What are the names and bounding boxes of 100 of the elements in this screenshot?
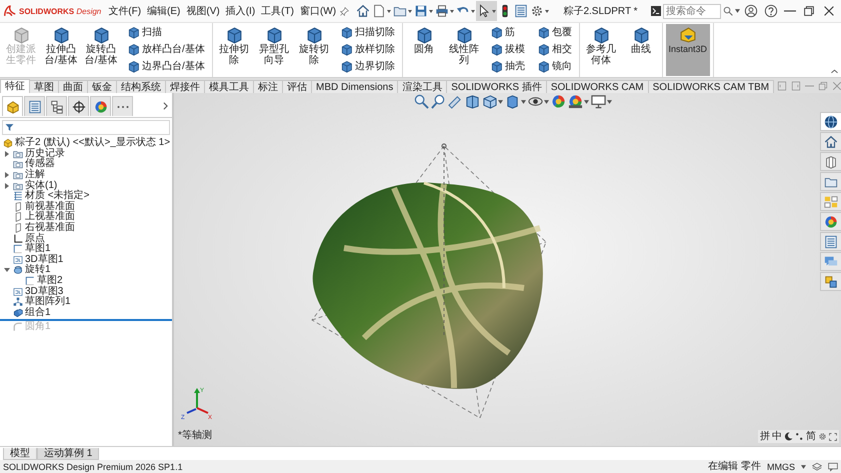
tree-item[interactable]: 右视基准面 xyxy=(25,223,75,234)
command-tab[interactable]: 焊接件 xyxy=(165,80,205,93)
collapse-arrow-icon[interactable] xyxy=(4,268,10,272)
command-tab[interactable]: 曲面 xyxy=(58,80,88,93)
pin-icon[interactable] xyxy=(340,6,350,16)
task-pane-tab[interactable] xyxy=(820,232,841,251)
filter-field[interactable] xyxy=(2,120,170,135)
command-button[interactable]: 异型孔向导 xyxy=(256,24,292,76)
command-button[interactable]: 拉伸切除 xyxy=(216,24,252,76)
search-icon[interactable] xyxy=(723,6,733,16)
command-tab[interactable]: MBD Dimensions xyxy=(311,80,398,93)
command-button[interactable]: 边界切除 xyxy=(338,58,397,74)
tree-item[interactable]: 实体(1) xyxy=(25,180,58,191)
bottom-tab[interactable]: 模型 xyxy=(3,448,37,460)
command-button[interactable]: 包覆 xyxy=(534,24,574,40)
tree-item[interactable]: 材质 <未指定> xyxy=(25,191,90,202)
command-button[interactable]: 旋转切除 xyxy=(296,24,332,76)
language-label[interactable]: 中 xyxy=(772,431,782,442)
menu-item[interactable]: 文件(F) xyxy=(106,4,144,18)
command-tab[interactable]: 草图 xyxy=(29,80,59,93)
input-mode-label[interactable]: 拼 xyxy=(760,431,770,442)
edit-appearance-button[interactable] xyxy=(551,94,566,109)
command-button[interactable]: 拉伸凸台/基体 xyxy=(43,24,79,76)
units-selector[interactable]: MMGS xyxy=(767,460,795,472)
tree-item[interactable]: 旋转1 xyxy=(25,265,51,276)
command-tab[interactable]: SOLIDWORKS CAM TBM xyxy=(648,80,774,93)
menu-item[interactable]: 工具(T) xyxy=(259,4,296,18)
expand-arrow-icon[interactable] xyxy=(5,182,9,189)
command-button[interactable]: 线性阵列 xyxy=(446,24,482,76)
command-button[interactable]: 参考几何体 xyxy=(582,24,619,76)
section-view-button[interactable] xyxy=(465,94,480,109)
command-tab[interactable]: 模具工具 xyxy=(204,80,254,93)
expand-arrow-icon[interactable] xyxy=(5,172,9,178)
command-tab[interactable]: 标注 xyxy=(253,80,283,93)
panel-left-icon[interactable] xyxy=(777,80,788,90)
command-tab[interactable]: 钣金 xyxy=(87,80,117,93)
chat-icon[interactable] xyxy=(828,462,838,472)
task-pane-tab[interactable] xyxy=(820,132,841,151)
command-button[interactable]: 圆角 xyxy=(406,24,442,76)
task-pane-tab[interactable] xyxy=(820,152,841,171)
command-button[interactable]: 筋 xyxy=(488,24,527,40)
help-button[interactable] xyxy=(762,4,780,18)
tree-item[interactable]: 上视基准面 xyxy=(25,212,75,222)
command-button[interactable]: 扫描 xyxy=(125,24,207,40)
tree-item[interactable]: 历史记录 xyxy=(25,148,65,159)
command-button[interactable]: 相交 xyxy=(534,41,574,57)
previous-view-button[interactable] xyxy=(448,94,463,109)
tree-item[interactable]: 注解 xyxy=(25,170,45,180)
tree-item[interactable]: 传感器 xyxy=(25,159,55,170)
command-button[interactable]: 抽壳 xyxy=(488,58,527,74)
command-button[interactable]: 旋转凸台/基体 xyxy=(83,24,119,76)
select-button[interactable] xyxy=(476,1,498,21)
tree-item[interactable]: 草图阵列1 xyxy=(25,297,71,308)
display-style-button[interactable] xyxy=(505,94,526,109)
command-button[interactable]: 放样切除 xyxy=(338,41,397,57)
zoom-to-fit-button[interactable] xyxy=(414,94,429,109)
expand-arrow-icon[interactable] xyxy=(5,150,9,157)
apply-scene-button[interactable] xyxy=(568,94,589,109)
close-icon[interactable] xyxy=(832,80,841,90)
panel-tab[interactable] xyxy=(46,96,67,116)
punctuation-icon[interactable] xyxy=(795,432,804,441)
tree-item[interactable]: 组合1 xyxy=(25,308,51,318)
bottom-tab[interactable]: 运动算例 1 xyxy=(37,448,100,460)
task-pane-tab[interactable] xyxy=(820,272,841,291)
tree-item[interactable]: 前视基准面 xyxy=(25,202,75,212)
task-pane-tab[interactable] xyxy=(820,192,841,211)
menu-item[interactable]: 编辑(E) xyxy=(145,4,182,18)
command-tab[interactable]: 评估 xyxy=(282,80,312,93)
menu-item[interactable]: 窗口(W) xyxy=(298,4,338,18)
menu-item[interactable]: 视图(V) xyxy=(184,4,222,18)
panel-tab[interactable] xyxy=(24,96,45,116)
account-button[interactable] xyxy=(742,4,760,18)
tree-item[interactable]: 3D草图3 xyxy=(25,286,64,297)
more-tabs-button[interactable] xyxy=(112,96,133,116)
tree-item[interactable]: 草图2 xyxy=(37,276,63,286)
menu-item[interactable]: 插入(I) xyxy=(224,4,258,18)
command-button[interactable]: 边界凸台/基体 xyxy=(125,58,207,74)
view-orientation-button[interactable] xyxy=(482,94,503,109)
tree-item[interactable]: 原点 xyxy=(25,234,45,244)
command-tab[interactable]: 渲染工具 xyxy=(397,80,448,93)
task-pane-tab[interactable] xyxy=(820,112,841,131)
moon-icon[interactable] xyxy=(784,432,793,441)
task-pane-tab[interactable] xyxy=(820,172,841,191)
tree-item[interactable]: 粽子2 (默认) <<默认>_显示状态 1> xyxy=(15,138,170,148)
expand-icon[interactable] xyxy=(829,432,837,440)
tree-item[interactable]: 3D草图1 xyxy=(25,254,64,265)
collapse-chevron-icon[interactable] xyxy=(831,69,838,74)
panel-tab[interactable] xyxy=(68,96,89,116)
command-tab[interactable]: SOLIDWORKS CAM xyxy=(546,80,649,93)
zoom-area-button[interactable] xyxy=(431,94,446,109)
restore-icon[interactable] xyxy=(818,80,828,90)
command-button[interactable]: Instant3D xyxy=(666,24,710,76)
layers-icon[interactable] xyxy=(812,462,822,472)
command-button[interactable]: 拔模 xyxy=(488,41,527,57)
rollback-bar[interactable] xyxy=(0,319,172,322)
script-label[interactable]: 简 xyxy=(806,431,816,442)
settings-icon[interactable] xyxy=(818,432,827,441)
chevron-right-icon[interactable] xyxy=(163,102,168,110)
minimize-button[interactable] xyxy=(782,10,798,12)
search-field[interactable]: 搜索命令 xyxy=(663,4,721,18)
